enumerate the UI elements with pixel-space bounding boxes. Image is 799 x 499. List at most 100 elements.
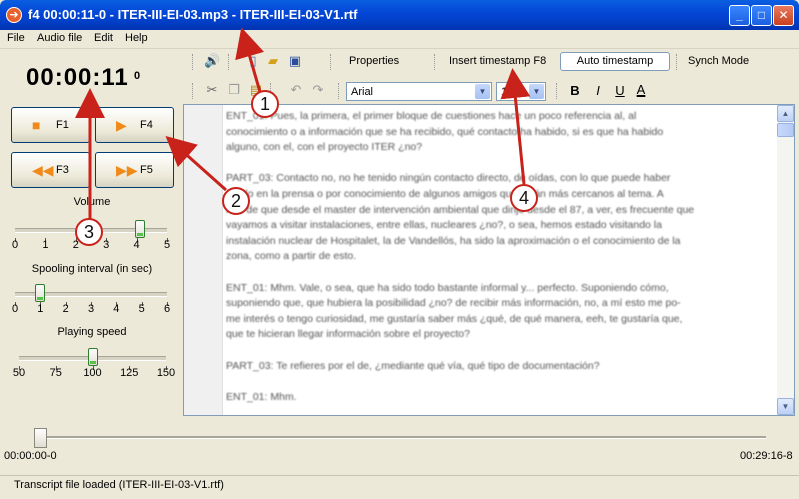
open-folder-icon[interactable]: ▰: [265, 53, 281, 69]
font-size-select[interactable]: 12 ▼: [496, 82, 546, 101]
status-text: Transcript file loaded (ITER-III-EI-03-V…: [14, 479, 224, 491]
copy-icon[interactable]: ❐: [226, 82, 242, 98]
forward-button-label: F5: [140, 164, 153, 176]
scroll-up-button[interactable]: ▲: [777, 105, 794, 122]
spooling-slider-label: Spooling interval (in sec): [31, 263, 153, 275]
toolbar-separator: [556, 83, 558, 99]
play-button[interactable]: ▶ F4: [95, 107, 174, 143]
transcript-line: ENT_01: Mhm. Vale, o sea, que ha sido to…: [226, 281, 669, 294]
callout-2: 2: [222, 187, 250, 215]
menu-edit[interactable]: Edit: [94, 32, 113, 44]
menu-bar: [0, 30, 799, 49]
open-audio-icon[interactable]: 🔊: [204, 53, 220, 69]
timeline-track[interactable]: [42, 436, 766, 439]
font-value: Arial: [351, 86, 374, 98]
toolbar-separator: [228, 54, 230, 70]
chevron-down-icon[interactable]: ▼: [475, 84, 490, 99]
font-size-value: 12: [501, 86, 514, 98]
callout-1: 1: [251, 90, 279, 118]
properties-button[interactable]: Properties: [349, 55, 399, 67]
transcript-line: raíz de que desde el master de intervenc…: [226, 203, 695, 216]
rewind-button-label: F3: [56, 164, 69, 176]
app-icon[interactable]: ➜: [6, 7, 22, 23]
stop-button[interactable]: ■ F1: [11, 107, 90, 143]
scroll-thumb[interactable]: [777, 123, 794, 137]
transcript-line: suponiendo que, que hubiera la posibilid…: [226, 297, 681, 310]
close-button[interactable]: ✕: [773, 5, 794, 26]
line-number-gutter: [184, 105, 223, 415]
transcript-editor[interactable]: 1ENT_01: Pues, la primera, el primer blo…: [183, 104, 795, 416]
vertical-scrollbar[interactable]: ▲ ▼: [777, 105, 794, 415]
synch-mode-button[interactable]: Synch Mode: [688, 55, 749, 67]
toolbar-separator: [330, 54, 332, 70]
auto-timestamp-button[interactable]: Auto timestamp: [560, 52, 670, 71]
volume-slider-tick-label: 4: [133, 239, 140, 251]
callout-4: 4: [510, 184, 538, 212]
toolbar-separator: [192, 54, 194, 70]
chevron-down-icon[interactable]: ▼: [529, 84, 544, 99]
rewind-icon: ◀◀: [32, 162, 54, 178]
insert-timestamp-button[interactable]: Insert timestamp F8: [449, 55, 546, 67]
volume-slider-tick-label: 5: [163, 239, 171, 251]
spooling-slider-tick-label: 6: [163, 303, 171, 315]
time-display: 00:00:11: [26, 64, 129, 91]
play-button-label: F4: [140, 119, 153, 131]
speed-slider-tick-label: 50: [12, 367, 26, 379]
transcript-line: ENT_01: Mhm.: [226, 390, 297, 403]
volume-slider-tick-label: 0: [11, 239, 19, 251]
cut-icon[interactable]: ✂: [204, 82, 220, 98]
timeline-end-time: 00:29:16-8: [740, 450, 793, 462]
new-file-icon[interactable]: ▯: [245, 53, 261, 69]
transcript-line: vayamos a visitar instalaciones, entre e…: [226, 219, 662, 232]
volume-slider-tick-label: 1: [42, 239, 49, 251]
toolbar-separator: [338, 83, 340, 99]
rewind-button[interactable]: ◀◀ F3: [11, 152, 90, 188]
transcript-line: me interés o tengo curiosidad, me gustar…: [226, 312, 683, 325]
timeline-thumb[interactable]: [34, 428, 48, 448]
toolbar-separator: [192, 83, 194, 99]
bold-button[interactable]: B: [567, 83, 583, 99]
timeline-start-time: 00:00:00-0: [4, 450, 57, 462]
speed-slider-tick-label: 75: [49, 367, 62, 379]
menu-audio-file[interactable]: Audio file: [37, 32, 82, 44]
toolbar-separator: [676, 54, 678, 70]
scroll-down-button[interactable]: ▼: [777, 398, 794, 415]
volume-slider-thumb[interactable]: [134, 220, 145, 238]
transcript-line: PART_03: Te refieres por el de, ¿mediant…: [226, 359, 600, 372]
play-icon: ▶: [116, 117, 127, 133]
underline-button[interactable]: U: [612, 83, 628, 99]
transcript-line: alguno, con el, con el proyecto ITER ¿no…: [226, 141, 423, 154]
menu-file[interactable]: File: [7, 32, 25, 44]
minimize-button[interactable]: _: [729, 5, 750, 26]
speed-slider-thumb[interactable]: [87, 348, 98, 366]
italic-button[interactable]: I: [590, 83, 606, 99]
speed-slider-label: Playing speed: [57, 326, 127, 338]
transcript-line: salido en la prensa o por conocimiento d…: [226, 188, 664, 200]
speed-slider-tick-label: 150: [156, 367, 176, 379]
stop-icon: ■: [32, 117, 41, 133]
fast-forward-icon: ▶▶: [116, 162, 138, 178]
volume-slider-label: Volume: [73, 196, 111, 208]
time-fraction: 0: [134, 70, 141, 82]
speed-slider-tick-label: 100: [83, 367, 102, 379]
transcript-line: instalación nuclear de Hospitalet, la de…: [226, 234, 681, 247]
transcript-line: zona, como a partir de esto.: [226, 250, 357, 263]
transcript-line: que te hicieran llegar información sobre…: [226, 328, 470, 341]
forward-button[interactable]: ▶▶ F5: [95, 152, 174, 188]
text-color-button[interactable]: A: [633, 82, 649, 98]
transcript-line: ENT_01: Pues, la primera, el primer bloq…: [226, 110, 637, 122]
undo-icon[interactable]: ↶: [288, 82, 304, 98]
transcript-line: PART_03: Contacto no, no he tenido ningú…: [226, 172, 671, 185]
menu-help[interactable]: Help: [125, 32, 148, 44]
maximize-button[interactable]: □: [751, 5, 772, 26]
stop-button-label: F1: [56, 119, 69, 131]
window-title: f4 00:00:11-0 - ITER-III-EI-03.mp3 - ITE…: [28, 7, 358, 22]
font-select[interactable]: Arial ▼: [346, 82, 492, 101]
save-icon[interactable]: ▣: [287, 53, 303, 69]
callout-3: 3: [75, 218, 103, 246]
speed-slider-tick-label: 125: [120, 367, 139, 379]
toolbar-separator: [434, 54, 436, 70]
transcript-line: conocimiento o a información que se ha r…: [226, 125, 664, 138]
spooling-slider-thumb[interactable]: [35, 284, 46, 302]
redo-icon[interactable]: ↷: [310, 82, 326, 98]
